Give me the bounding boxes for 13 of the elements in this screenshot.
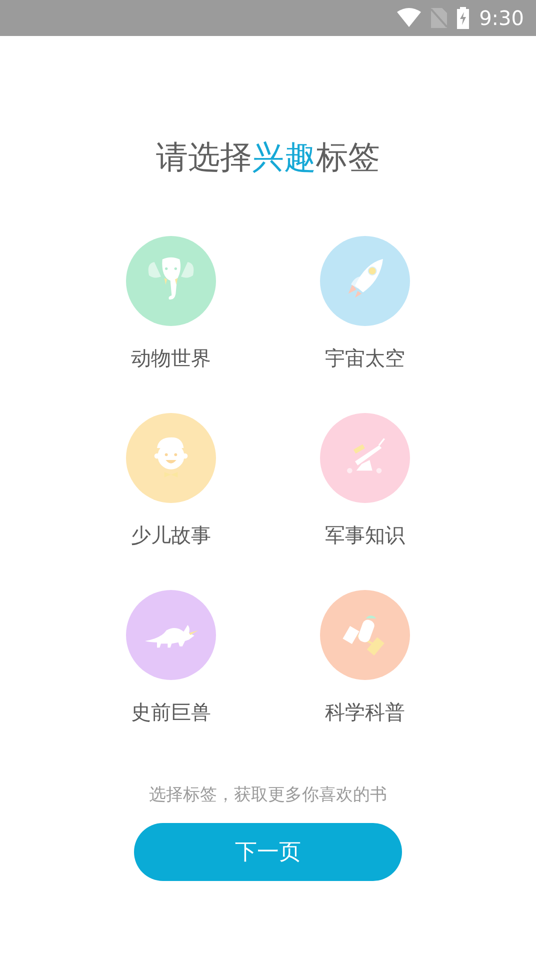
wifi-icon [397,8,422,28]
next-page-button[interactable]: 下一页 [134,823,402,881]
hint-text: 选择标签，获取更多你喜欢的书 [149,784,387,807]
page-title: 请选择兴趣标签 [156,137,380,177]
tag-label: 少儿故事 [131,524,211,546]
tag-label: 动物世界 [131,347,211,369]
tag-label: 史前巨兽 [131,701,211,723]
status-time: 9:30 [479,8,524,28]
tag-label: 宇宙太空 [325,347,405,369]
tag-label: 军事知识 [325,524,405,546]
no-sim-icon [431,8,448,28]
tag-label: 科学科普 [325,701,405,723]
battery-charging-icon [457,7,470,29]
